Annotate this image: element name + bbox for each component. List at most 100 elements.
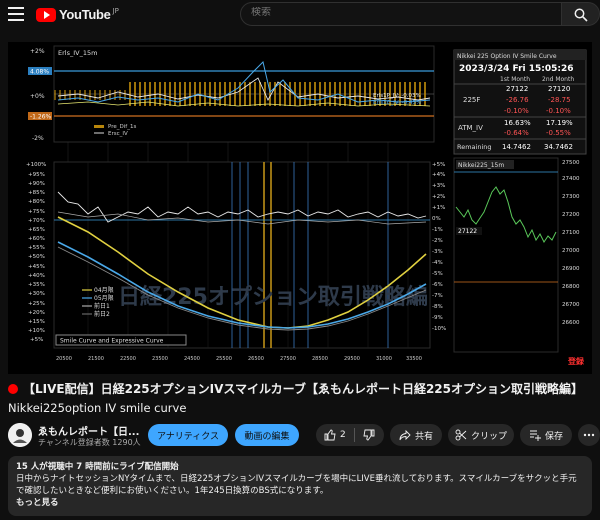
svg-text:+15%: +15% xyxy=(28,319,45,325)
svg-text:21500: 21500 xyxy=(88,356,104,362)
video-player[interactable]: Erls_IV_15m +2% +0% -2% 4.08% -1.26% Erl… xyxy=(8,42,592,374)
channel-name[interactable]: ゑもんレポート【日... xyxy=(38,423,139,438)
svg-text:+2%: +2% xyxy=(432,194,445,200)
logo-region: JP xyxy=(112,7,119,15)
description-line-2: で確認したいときなど便利にお使いください。1年245日換算のBS式になります。 xyxy=(16,486,329,496)
svg-text:+40%: +40% xyxy=(28,273,45,279)
svg-text:27300: 27300 xyxy=(562,194,580,200)
svg-text:+55%: +55% xyxy=(28,245,45,251)
svg-text:+95%: +95% xyxy=(28,172,45,178)
svg-text:25500: 25500 xyxy=(216,356,232,362)
svg-text:24500: 24500 xyxy=(184,356,200,362)
youtube-logo[interactable]: YouTube JP xyxy=(36,7,119,22)
video-title: 【LIVE配信】日経225オプションIVスマイルカーブ【ゑもんレポート日経225… xyxy=(8,382,598,397)
clip-button[interactable]: クリップ xyxy=(448,424,514,446)
legend-05: 05月限 xyxy=(94,294,114,302)
svg-text:-28.75: -28.75 xyxy=(548,96,571,104)
share-button[interactable]: 共有 xyxy=(390,424,442,446)
svg-text:27100: 27100 xyxy=(562,230,580,236)
dislike-icon[interactable] xyxy=(363,429,375,441)
svg-text:-9%: -9% xyxy=(432,315,443,321)
svg-text:-8%: -8% xyxy=(432,304,443,310)
svg-text:27400: 27400 xyxy=(562,176,580,182)
share-icon xyxy=(399,429,411,441)
svg-text:26700: 26700 xyxy=(562,302,580,308)
svg-text:+2%: +2% xyxy=(30,48,45,55)
more-actions-button[interactable] xyxy=(578,424,600,446)
svg-text:+75%: +75% xyxy=(28,209,45,215)
svg-text:+4%: +4% xyxy=(432,172,445,178)
svg-text:27120: 27120 xyxy=(548,85,570,93)
svg-text:2nd Month: 2nd Month xyxy=(542,76,574,83)
legend-prev1: 前日1 xyxy=(94,302,110,310)
svg-text:+45%: +45% xyxy=(28,264,45,270)
legend-04: 04月限 xyxy=(94,286,114,294)
svg-text:27500: 27500 xyxy=(280,356,296,362)
svg-text:27500: 27500 xyxy=(562,160,580,166)
svg-text:33500: 33500 xyxy=(406,356,422,362)
svg-text:+35%: +35% xyxy=(28,282,45,288)
iv-legend-ersc: Ersc_IV xyxy=(108,131,128,137)
svg-text:26600: 26600 xyxy=(562,320,580,326)
like-icon[interactable] xyxy=(324,429,336,441)
svg-text:+50%: +50% xyxy=(28,254,45,260)
svg-text:14.7462: 14.7462 xyxy=(502,143,531,151)
search-button[interactable] xyxy=(562,2,600,26)
iv-legend-p: Erls1P_IV: -0.03% xyxy=(373,93,421,99)
svg-text:-0.55%: -0.55% xyxy=(546,129,571,137)
scissors-icon xyxy=(455,429,467,441)
edit-video-button[interactable]: 動画の編集 xyxy=(235,424,299,446)
video-frame: Erls_IV_15m +2% +0% -2% 4.08% -1.26% Erl… xyxy=(26,45,587,366)
like-dislike-group: 2 xyxy=(316,424,384,446)
svg-text:+65%: +65% xyxy=(28,227,45,233)
svg-text:Remaining: Remaining xyxy=(457,143,492,151)
svg-text:-6%: -6% xyxy=(432,282,443,288)
nikkei-price: 27122 xyxy=(458,228,477,235)
svg-text:-7%: -7% xyxy=(432,293,443,299)
svg-text:+5%: +5% xyxy=(30,337,43,343)
like-count: 2 xyxy=(340,430,346,440)
iv-legend-pre: Pre_Dif_1s xyxy=(108,124,136,130)
menu-icon[interactable] xyxy=(8,7,24,21)
svg-text:27000: 27000 xyxy=(562,248,580,254)
channel-row: ゑもんレポート【日... チャンネル登録者数 1290人 アナリティクス 動画の… xyxy=(0,420,600,450)
top-bar: YouTube JP xyxy=(0,0,600,30)
smile-chart: +100% +95% +90% +85% +80% +75% +70% +65% +60% +55… xyxy=(26,161,446,362)
svg-text:+90%: +90% xyxy=(28,181,45,187)
search-input[interactable] xyxy=(251,7,551,18)
save-button[interactable]: 保存 xyxy=(520,424,572,446)
live-indicator-icon xyxy=(8,384,18,394)
iv-legend-c: Erls1C_IV: -0.45% xyxy=(373,100,421,106)
panel-date: 2023/3/24 Fri 15:05:26 xyxy=(459,64,574,74)
svg-text:26500: 26500 xyxy=(248,356,264,362)
show-more-link[interactable]: もっと見る xyxy=(16,497,584,509)
smile-title: Smile Curve and Expressive Curve xyxy=(60,338,164,345)
svg-text:31000: 31000 xyxy=(376,356,392,362)
info-panel: Nikkei 225 Option IV Smile Curve 2023/3/… xyxy=(453,49,587,155)
nikkei-chart: Nikkei225_15m 27122 27500 27400 27300 27200… xyxy=(453,157,585,366)
svg-text:-26.76: -26.76 xyxy=(506,96,529,104)
svg-text:+5%: +5% xyxy=(432,162,445,168)
subscriber-count: チャンネル登録者数 1290人 xyxy=(38,438,141,447)
description-box[interactable]: 15 人が視聴中 7 時間前にライブ配信開始 日中からナイトセッションNYタイム… xyxy=(8,456,592,516)
register-mark: 登録 xyxy=(567,356,585,366)
svg-text:1st Month: 1st Month xyxy=(500,76,530,83)
video-subtitle: Nikkei225option IV smile curve xyxy=(8,401,187,415)
svg-text:+70%: +70% xyxy=(28,218,45,224)
svg-text:+25%: +25% xyxy=(28,301,45,307)
svg-text:22500: 22500 xyxy=(120,356,136,362)
svg-text:0%: 0% xyxy=(432,216,441,222)
svg-text:225F: 225F xyxy=(463,96,480,104)
iv-chart-title: Erls_IV_15m xyxy=(58,49,97,57)
avatar-icon xyxy=(8,423,32,447)
svg-text:-0.10%: -0.10% xyxy=(546,107,571,115)
description-line-1: 日中からナイトセッションNYタイムまで、日経225オプションIVスマイルカーブを… xyxy=(16,474,577,484)
channel-avatar[interactable] xyxy=(8,423,32,447)
svg-text:29500: 29500 xyxy=(344,356,360,362)
iv-blue-label: 4.08% xyxy=(30,69,49,76)
logo-text: YouTube xyxy=(59,7,111,22)
analytics-button[interactable]: アナリティクス xyxy=(148,424,228,446)
playlist-add-icon xyxy=(529,430,541,441)
svg-text:16.63%: 16.63% xyxy=(504,119,531,127)
svg-text:+30%: +30% xyxy=(28,291,45,297)
